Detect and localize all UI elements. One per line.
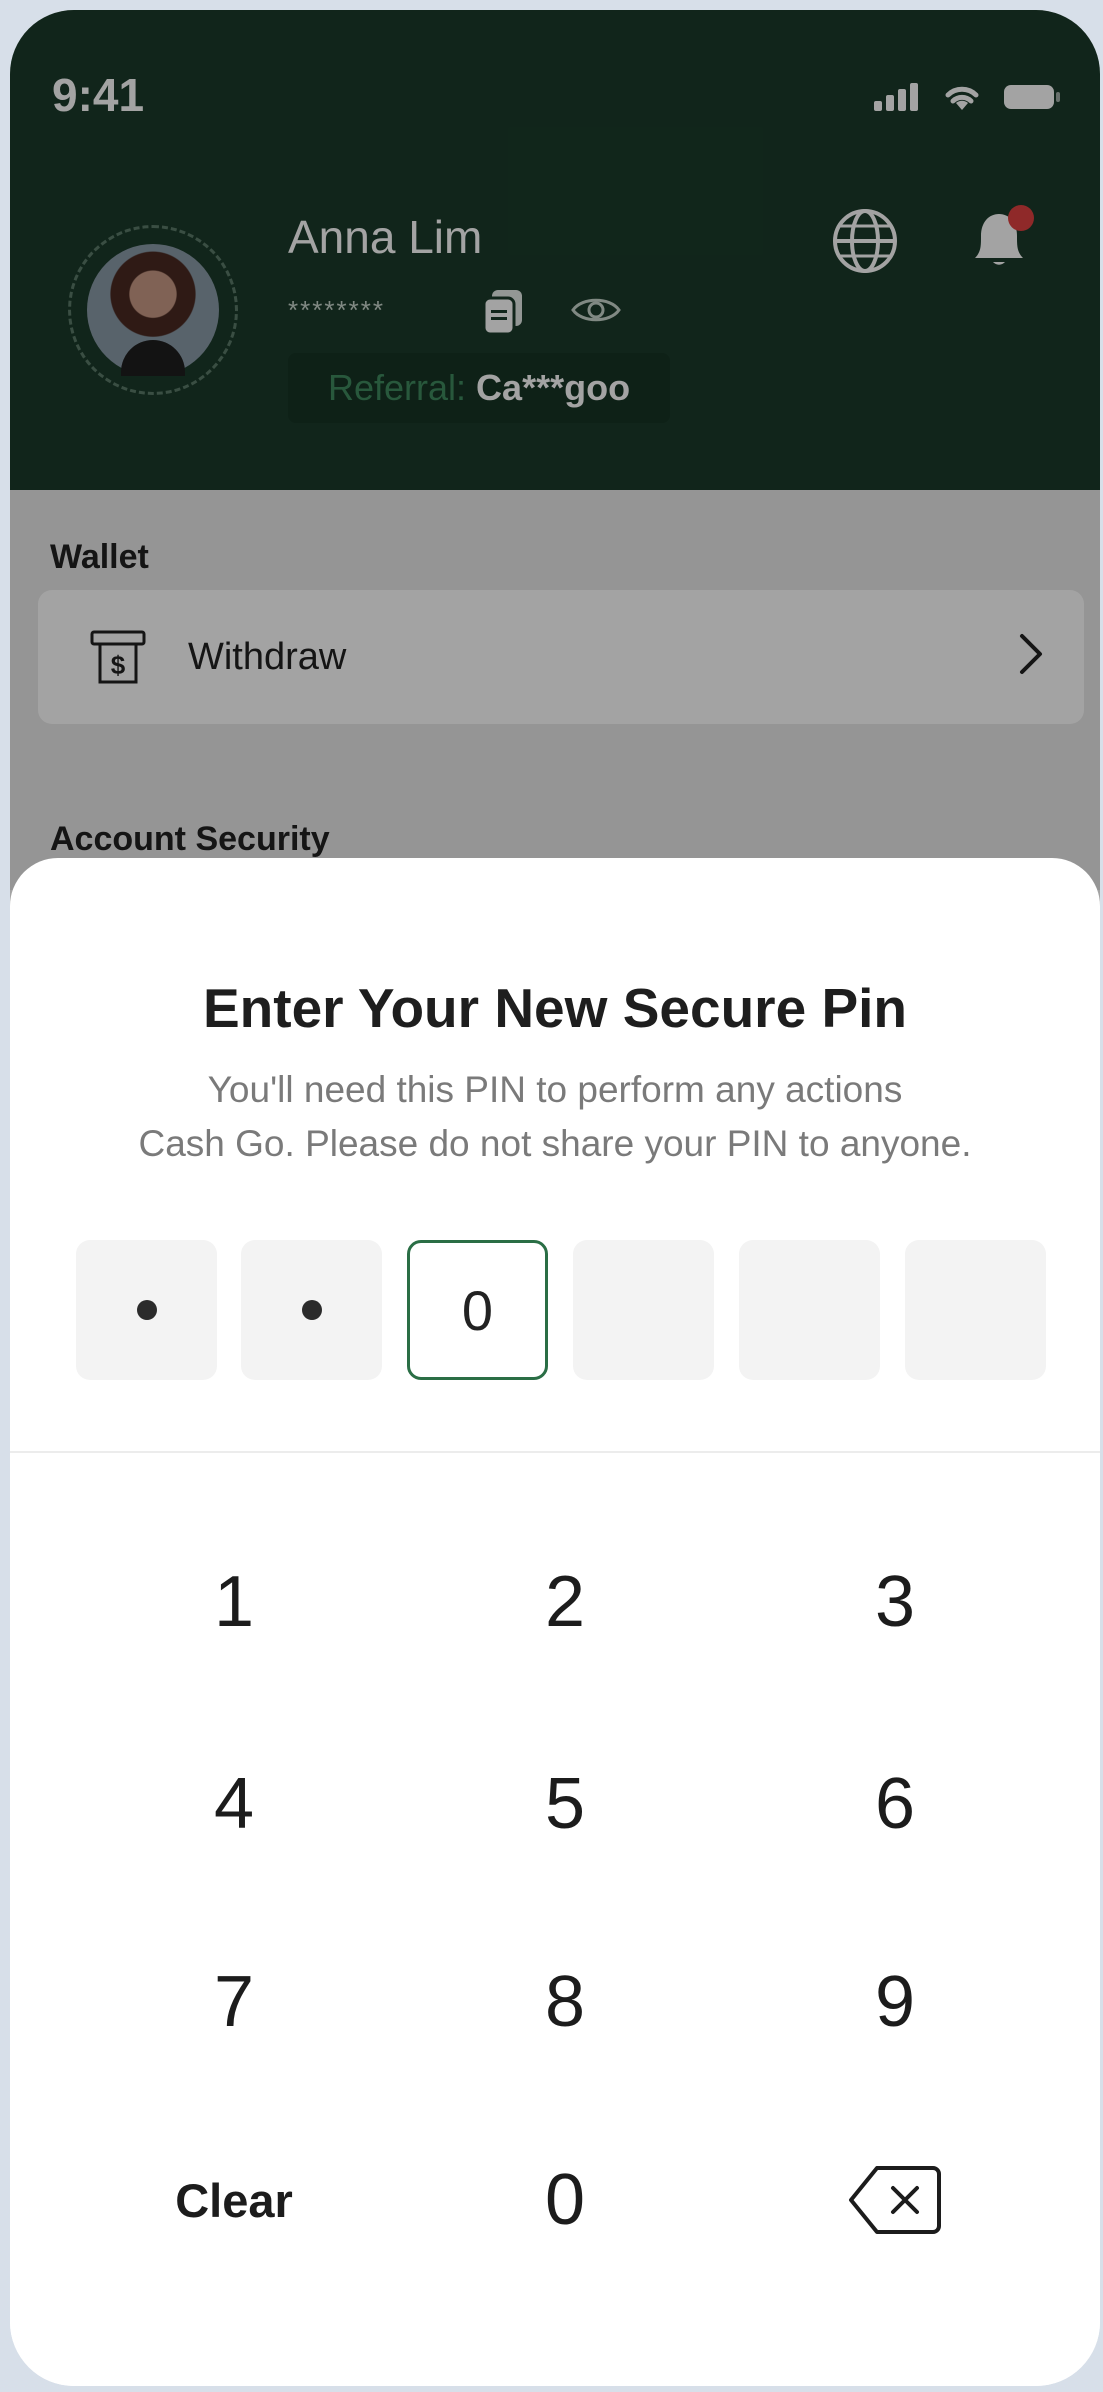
pin-dot: [136, 1300, 157, 1320]
backspace-button[interactable]: [745, 2130, 1045, 2270]
keypad-key-0[interactable]: 0: [415, 2130, 715, 2270]
pin-dot: [301, 1300, 322, 1320]
keypad-key-3[interactable]: 3: [745, 1532, 1045, 1672]
keypad-key-2[interactable]: 2: [415, 1532, 715, 1672]
pin-digit-3[interactable]: 0: [407, 1240, 548, 1380]
pin-sheet-description-line2: Cash Go. Please do not share your PIN to…: [138, 1123, 972, 1164]
keypad-key-9[interactable]: 9: [745, 1932, 1045, 2072]
keypad-key-6[interactable]: 6: [745, 1734, 1045, 1874]
keypad-key-8[interactable]: 8: [415, 1932, 715, 2072]
clear-button[interactable]: Clear: [84, 2130, 384, 2270]
pin-sheet-title: Enter Your New Secure Pin: [202, 977, 908, 1039]
keypad-key-4[interactable]: 4: [84, 1734, 384, 1874]
pin-digit-6[interactable]: [905, 1240, 1046, 1380]
modal-backdrop[interactable]: [10, 10, 1100, 910]
pin-sheet-description: You'll need this PIN to perform any acti…: [70, 1063, 1040, 1171]
keypad-key-5[interactable]: 5: [415, 1734, 715, 1874]
pin-digit-4[interactable]: [573, 1240, 714, 1380]
pin-digit-5[interactable]: [739, 1240, 880, 1380]
pin-digit-1[interactable]: [76, 1240, 217, 1380]
backspace-icon: [849, 2166, 941, 2234]
keypad-divider: [10, 1451, 1100, 1453]
pin-bottom-sheet: Enter Your New Secure Pin You'll need th…: [10, 858, 1100, 2386]
pin-digit-3-value: 0: [461, 1278, 494, 1342]
pin-input-row[interactable]: 0: [76, 1240, 1046, 1382]
pin-digit-2[interactable]: [241, 1240, 382, 1380]
keypad-key-1[interactable]: 1: [84, 1532, 384, 1672]
phone-screen: 9:41 Anna Lim ******** Referral: Ca***go…: [10, 10, 1100, 2386]
pin-sheet-description-line1: You'll need this PIN to perform any acti…: [207, 1069, 903, 1110]
keypad-key-7[interactable]: 7: [84, 1932, 384, 2072]
